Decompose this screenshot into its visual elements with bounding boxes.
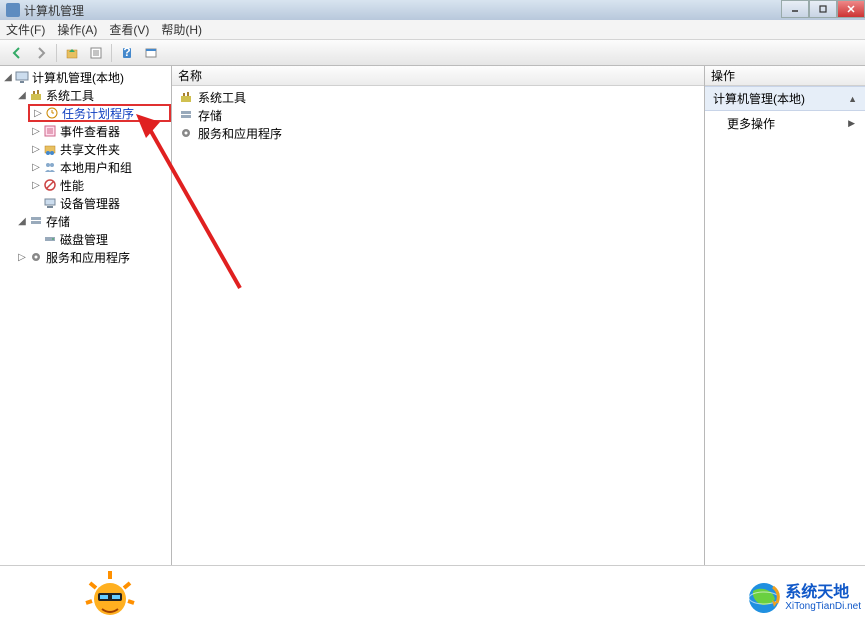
actions-more-label: 更多操作 [727, 115, 775, 132]
forward-button[interactable] [30, 43, 52, 63]
clock-icon [44, 105, 60, 121]
brand-url: XiTongTianDi.net [785, 601, 861, 612]
tree-disk-mgmt-label: 磁盘管理 [60, 231, 108, 248]
actions-panel: 操作 计算机管理(本地) ▲ 更多操作 ▶ [705, 66, 865, 565]
collapse-icon[interactable]: ◢ [2, 72, 14, 83]
maximize-button[interactable] [809, 0, 837, 18]
menu-action[interactable]: 操作(A) [57, 21, 97, 38]
actions-section[interactable]: 计算机管理(本地) ▲ [705, 86, 865, 111]
menubar: 文件(F) 操作(A) 查看(V) 帮助(H) [0, 20, 865, 40]
window-buttons [781, 0, 865, 18]
help-button[interactable]: ? [116, 43, 138, 63]
collapse-icon[interactable]: ◢ [16, 216, 28, 227]
expand-icon[interactable]: ▷ [30, 126, 42, 137]
event-icon [42, 123, 58, 139]
device-icon [42, 195, 58, 211]
toolbar-separator [56, 44, 57, 62]
collapse-icon[interactable]: ▲ [848, 94, 857, 104]
properties-button[interactable] [85, 43, 107, 63]
disk-icon [42, 231, 58, 247]
list-header[interactable]: 名称 [172, 66, 704, 86]
tree-device-manager-label: 设备管理器 [60, 195, 120, 212]
expand-icon[interactable]: ▷ [32, 108, 44, 119]
toolbar-separator [111, 44, 112, 62]
app-icon [6, 3, 20, 17]
list-item-system-tools[interactable]: 系统工具 [178, 88, 698, 106]
tools-icon [178, 89, 194, 105]
list-item-label: 服务和应用程序 [198, 125, 282, 142]
tree-shared-folders-label: 共享文件夹 [60, 141, 120, 158]
computer-icon [14, 69, 30, 85]
tree-local-users-label: 本地用户和组 [60, 159, 132, 176]
actions-section-label: 计算机管理(本地) [713, 90, 805, 107]
tree-panel: ◢ 计算机管理(本地) ◢ 系统工具 [0, 66, 172, 565]
storage-icon [28, 213, 44, 229]
expand-icon[interactable]: ▷ [16, 252, 28, 263]
tree-disk-mgmt[interactable]: 磁盘管理 [28, 230, 171, 248]
list-item-storage[interactable]: 存储 [178, 106, 698, 124]
brand-name: 系统天地 [785, 585, 861, 601]
services-icon [28, 249, 44, 265]
shared-folder-icon [42, 141, 58, 157]
menu-file[interactable]: 文件(F) [6, 21, 45, 38]
tools-icon [28, 87, 44, 103]
tree-task-scheduler[interactable]: ▷ 任务计划程序 [28, 104, 171, 122]
actions-more[interactable]: 更多操作 ▶ [705, 111, 865, 136]
globe-icon [747, 581, 781, 615]
list-body: 系统工具 存储 服务和应用程序 [172, 86, 704, 144]
list-item-label: 系统工具 [198, 89, 246, 106]
storage-icon [178, 107, 194, 123]
tree-storage-label: 存储 [46, 213, 70, 230]
titlebar: 计算机管理 [0, 0, 865, 20]
main-area: ◢ 计算机管理(本地) ◢ 系统工具 [0, 66, 865, 566]
tree-root[interactable]: ◢ 计算机管理(本地) [0, 68, 171, 86]
window-title: 计算机管理 [24, 2, 84, 19]
tree-local-users[interactable]: ▷ 本地用户和组 [28, 158, 171, 176]
users-icon [42, 159, 58, 175]
tree-performance[interactable]: ▷ 性能 [28, 176, 171, 194]
tree-services-apps[interactable]: ▷ 服务和应用程序 [14, 248, 171, 266]
expand-icon[interactable]: ▷ [30, 162, 42, 173]
brand-watermark: 系统天地 XiTongTianDi.net [747, 581, 861, 615]
tree-task-scheduler-label: 任务计划程序 [62, 105, 134, 122]
svg-text:?: ? [123, 46, 130, 59]
up-button[interactable] [61, 43, 83, 63]
actions-header: 操作 [705, 66, 865, 86]
performance-icon [42, 177, 58, 193]
tree-device-manager[interactable]: 设备管理器 [28, 194, 171, 212]
list-item-label: 存储 [198, 107, 222, 124]
back-button[interactable] [6, 43, 28, 63]
tree-performance-label: 性能 [60, 177, 84, 194]
collapse-icon[interactable]: ◢ [16, 90, 28, 101]
tree-shared-folders[interactable]: ▷ 共享文件夹 [28, 140, 171, 158]
sun-watermark-icon [80, 565, 140, 625]
tree-system-tools[interactable]: ◢ 系统工具 [14, 86, 171, 104]
refresh-button[interactable] [140, 43, 162, 63]
tree-event-viewer-label: 事件查看器 [60, 123, 120, 140]
tree-system-tools-label: 系统工具 [46, 87, 94, 104]
list-header-name: 名称 [178, 67, 202, 84]
tree-storage[interactable]: ◢ 存储 [14, 212, 171, 230]
tree-services-apps-label: 服务和应用程序 [46, 249, 130, 266]
tree-event-viewer[interactable]: ▷ 事件查看器 [28, 122, 171, 140]
chevron-right-icon: ▶ [848, 118, 855, 129]
minimize-button[interactable] [781, 0, 809, 18]
menu-help[interactable]: 帮助(H) [161, 21, 202, 38]
menu-view[interactable]: 查看(V) [109, 21, 149, 38]
actions-header-label: 操作 [711, 67, 735, 84]
list-panel: 名称 系统工具 存储 服务和应用程序 [172, 66, 705, 565]
close-button[interactable] [837, 0, 865, 18]
list-item-services[interactable]: 服务和应用程序 [178, 124, 698, 142]
services-icon [178, 125, 194, 141]
toolbar: ? [0, 40, 865, 66]
expand-icon[interactable]: ▷ [30, 180, 42, 191]
brand-text: 系统天地 XiTongTianDi.net [785, 585, 861, 612]
expand-icon[interactable]: ▷ [30, 144, 42, 155]
tree-root-label: 计算机管理(本地) [32, 69, 124, 86]
